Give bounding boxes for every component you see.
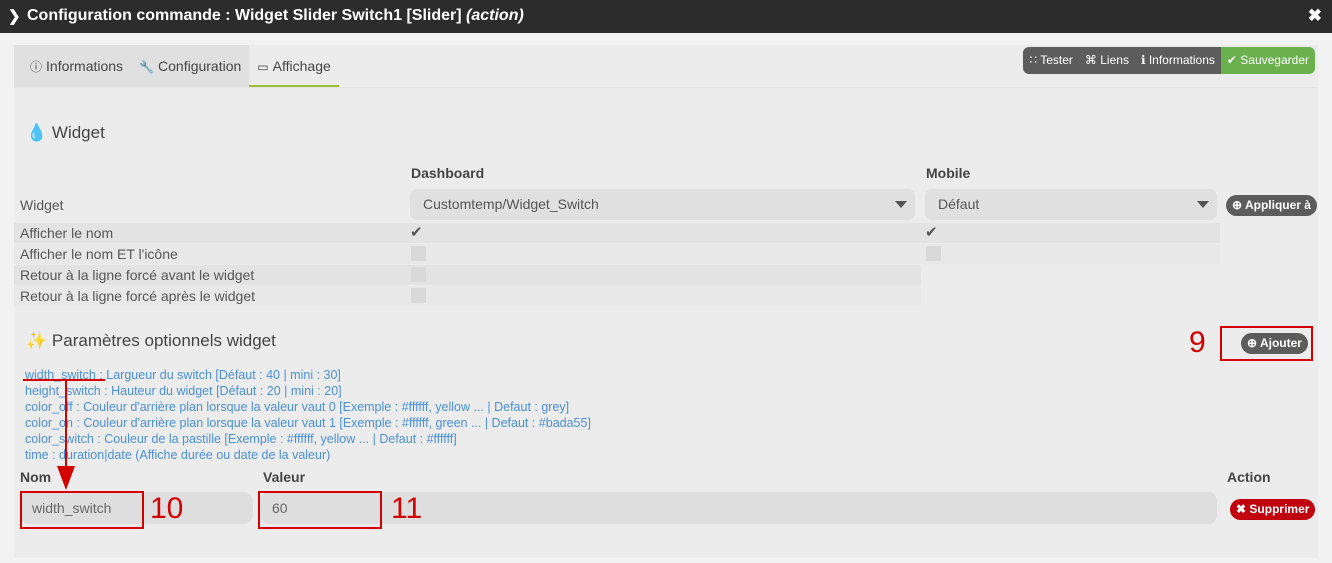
caret-down-icon [1197,201,1209,208]
tab-configuration[interactable]: 🔧 Configuration [131,45,250,87]
help-line: color_switch : Couleur de la pastille [E… [25,432,457,446]
close-icon[interactable]: ✖ [1308,6,1322,26]
break-after-dashboard-checkbox[interactable] [411,288,426,303]
params-section-title: ✨ Paramètres optionnels widget [26,331,276,350]
plus-circle-icon: ⊕ [1232,198,1243,212]
annotation-arrow-head [57,466,75,490]
dialog-titlebar: ❯ Configuration commande : Widget Slider… [0,0,1332,33]
dashboard-widget-select[interactable]: Customtemp/Widget_Switch [410,189,915,220]
tab-affichage[interactable]: ▭ Affichage [249,45,339,87]
caret-down-icon [895,201,907,208]
dialog-title: Configuration commande : Widget Slider S… [27,7,524,24]
info-circle-icon: ⓘ [30,60,43,74]
action-toolbar: ∷ Tester ⌘ Liens ℹ Informations ✔ Sauveg… [1023,47,1315,74]
delete-param-button[interactable]: ✖ Supprimer [1230,499,1316,520]
apply-to-button[interactable]: ⊕ Appliquer à [1226,195,1317,216]
link-icon: ⌘ [1084,53,1097,67]
check-circle-icon: ✔ [1226,53,1237,67]
annotation-box-9 [1220,326,1313,361]
tab-divider [14,87,1318,88]
tab-bar: ⓘ Informations 🔧 Configuration ▭ Affichage [14,45,339,87]
annotation-number-9: 9 [1189,326,1206,359]
break-before-dashboard-checkbox[interactable] [411,267,426,282]
option-label-break-after: Retour à la ligne forcé après le widget [20,288,256,304]
help-line: height_switch : Hauteur du widget [Défau… [25,384,342,398]
times-icon: ✖ [1236,502,1247,516]
annotation-arrow-shaft [65,381,67,477]
magic-wand-icon: ✨ [26,331,48,350]
option-row [14,244,1220,264]
widget-section-title: 💧 Widget [26,123,105,142]
dialog-body: ⓘ Informations 🔧 Configuration ▭ Affichage … [14,45,1318,558]
option-label-break-before: Retour à la ligne forcé avant le widget [20,267,255,283]
option-label-show-name: Afficher le nom [20,225,114,241]
annotation-number-11: 11 [391,492,423,525]
annotation-box-11 [258,491,382,529]
tab-informations[interactable]: ⓘ Informations [14,45,132,87]
action-column-header: Action [1227,469,1271,485]
help-line: time : duration|date (Affiche durée ou d… [25,448,331,462]
option-row [14,223,1220,243]
mobile-column-header: Mobile [926,165,971,181]
annotation-box-10 [20,491,144,529]
show-name-mobile-checkbox[interactable]: ✔ [925,223,938,241]
droplet-icon: 💧 [26,123,48,142]
save-button[interactable]: ✔ Sauvegarder [1220,47,1315,74]
chevron-right-icon: ❯ [8,8,21,25]
annotation-underline [23,379,105,381]
help-line: width_switch : Largueur du switch [Défau… [25,368,341,382]
valeur-column-header: Valeur [263,469,306,485]
option-label-show-name-icon: Afficher le nom ET l'icône [20,246,178,262]
show-name-icon-mobile-checkbox[interactable] [926,246,941,261]
monitor-icon: ▭ [257,60,269,74]
widget-row-label: Widget [20,197,64,213]
info-icon: ℹ [1140,53,1146,67]
wrench-icon: 🔧 [139,60,155,74]
help-line: color_off : Couleur d'arrière plan lorsq… [25,400,570,414]
liens-button[interactable]: ⌘ Liens [1078,47,1135,74]
annotation-number-10: 10 [150,492,184,525]
dashboard-column-header: Dashboard [411,165,485,181]
tester-button[interactable]: ∷ Tester [1023,47,1079,74]
show-name-dashboard-checkbox[interactable]: ✔ [410,223,423,241]
informations-button[interactable]: ℹ Informations [1134,47,1221,74]
rss-icon: ∷ [1029,53,1038,67]
params-help: width_switch : Largueur du switch [Défau… [25,367,591,463]
show-name-icon-dashboard-checkbox[interactable] [411,246,426,261]
nom-column-header: Nom [20,469,52,485]
help-line: color_on : Couleur d'arrière plan lorsqu… [25,416,591,430]
mobile-widget-select[interactable]: Défaut [925,189,1217,220]
